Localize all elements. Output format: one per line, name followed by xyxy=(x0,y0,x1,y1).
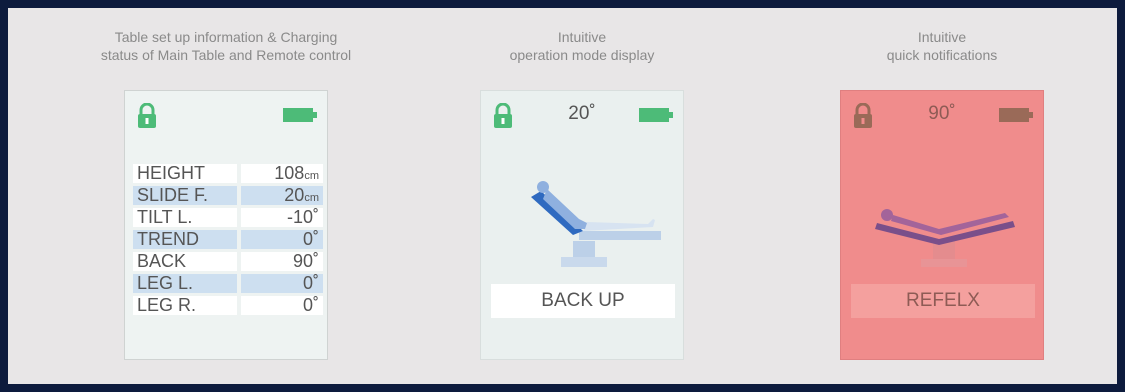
remote-screen-alert: 90˚ REFELX xyxy=(840,90,1044,360)
table-row: SLIDE F. 20cm xyxy=(133,186,323,205)
caption-line: Intuitive xyxy=(917,29,967,45)
panel-caption: Intuitive operation mode display xyxy=(480,28,684,64)
value-number: 108 xyxy=(274,163,305,183)
value-number: 20 xyxy=(284,185,305,205)
row-label: HEIGHT xyxy=(133,164,237,183)
lock-icon xyxy=(854,103,872,128)
row-label: SLIDE F. xyxy=(133,186,237,205)
lock-icon xyxy=(138,103,156,128)
operating-table-icon xyxy=(875,209,1015,267)
battery-icon xyxy=(639,108,673,122)
row-label: TILT L. xyxy=(133,208,237,227)
row-value: 20cm xyxy=(241,186,323,205)
table-row: LEG L. 0˚ xyxy=(133,274,323,293)
panel-setup-info: Table set up information & Charging stat… xyxy=(8,8,444,384)
row-label: LEG R. xyxy=(133,296,237,315)
lock-icon xyxy=(494,103,512,128)
value-unit: cm xyxy=(304,192,319,204)
table-row: LEG R. 0˚ xyxy=(133,296,323,315)
table-row: TREND 0˚ xyxy=(133,230,323,249)
panel-caption: Table set up information & Charging stat… xyxy=(8,28,444,64)
caption-line: operation mode display xyxy=(509,47,655,63)
row-value: 90˚ xyxy=(241,252,323,271)
angle-readout: 90˚ xyxy=(928,103,956,124)
caption-line: status of Main Table and Remote control xyxy=(100,47,352,63)
row-label: LEG L. xyxy=(133,274,237,293)
remote-screen-setup: HEIGHT 108cm SLIDE F. 20cm TILT L. -10˚ … xyxy=(124,90,328,360)
value-unit: cm xyxy=(304,170,319,182)
caption-line: quick notifications xyxy=(886,47,998,63)
battery-icon xyxy=(283,108,317,122)
row-label: BACK xyxy=(133,252,237,271)
row-value: -10˚ xyxy=(241,208,323,227)
row-value: 0˚ xyxy=(241,230,323,249)
caption-line: Table set up information & Charging xyxy=(114,29,338,45)
battery-icon xyxy=(999,108,1033,122)
row-label: TREND xyxy=(133,230,237,249)
table-row: BACK 90˚ xyxy=(133,252,323,271)
caption-line: Intuitive xyxy=(557,29,607,45)
setup-table: HEIGHT 108cm SLIDE F. 20cm TILT L. -10˚ … xyxy=(133,164,323,318)
mode-display: BACK UP xyxy=(491,284,675,318)
operating-table-icon xyxy=(531,181,661,267)
remote-screen-mode: 20˚ BACK UP xyxy=(480,90,684,360)
mode-display: REFELX xyxy=(851,284,1035,318)
panel-caption: Intuitive quick notifications xyxy=(840,28,1044,64)
table-row: TILT L. -10˚ xyxy=(133,208,323,227)
row-value: 0˚ xyxy=(241,296,323,315)
row-value: 108cm xyxy=(241,164,323,183)
row-value: 0˚ xyxy=(241,274,323,293)
feature-frame: Table set up information & Charging stat… xyxy=(8,8,1117,384)
angle-readout: 20˚ xyxy=(568,103,596,124)
table-row: HEIGHT 108cm xyxy=(133,164,323,183)
